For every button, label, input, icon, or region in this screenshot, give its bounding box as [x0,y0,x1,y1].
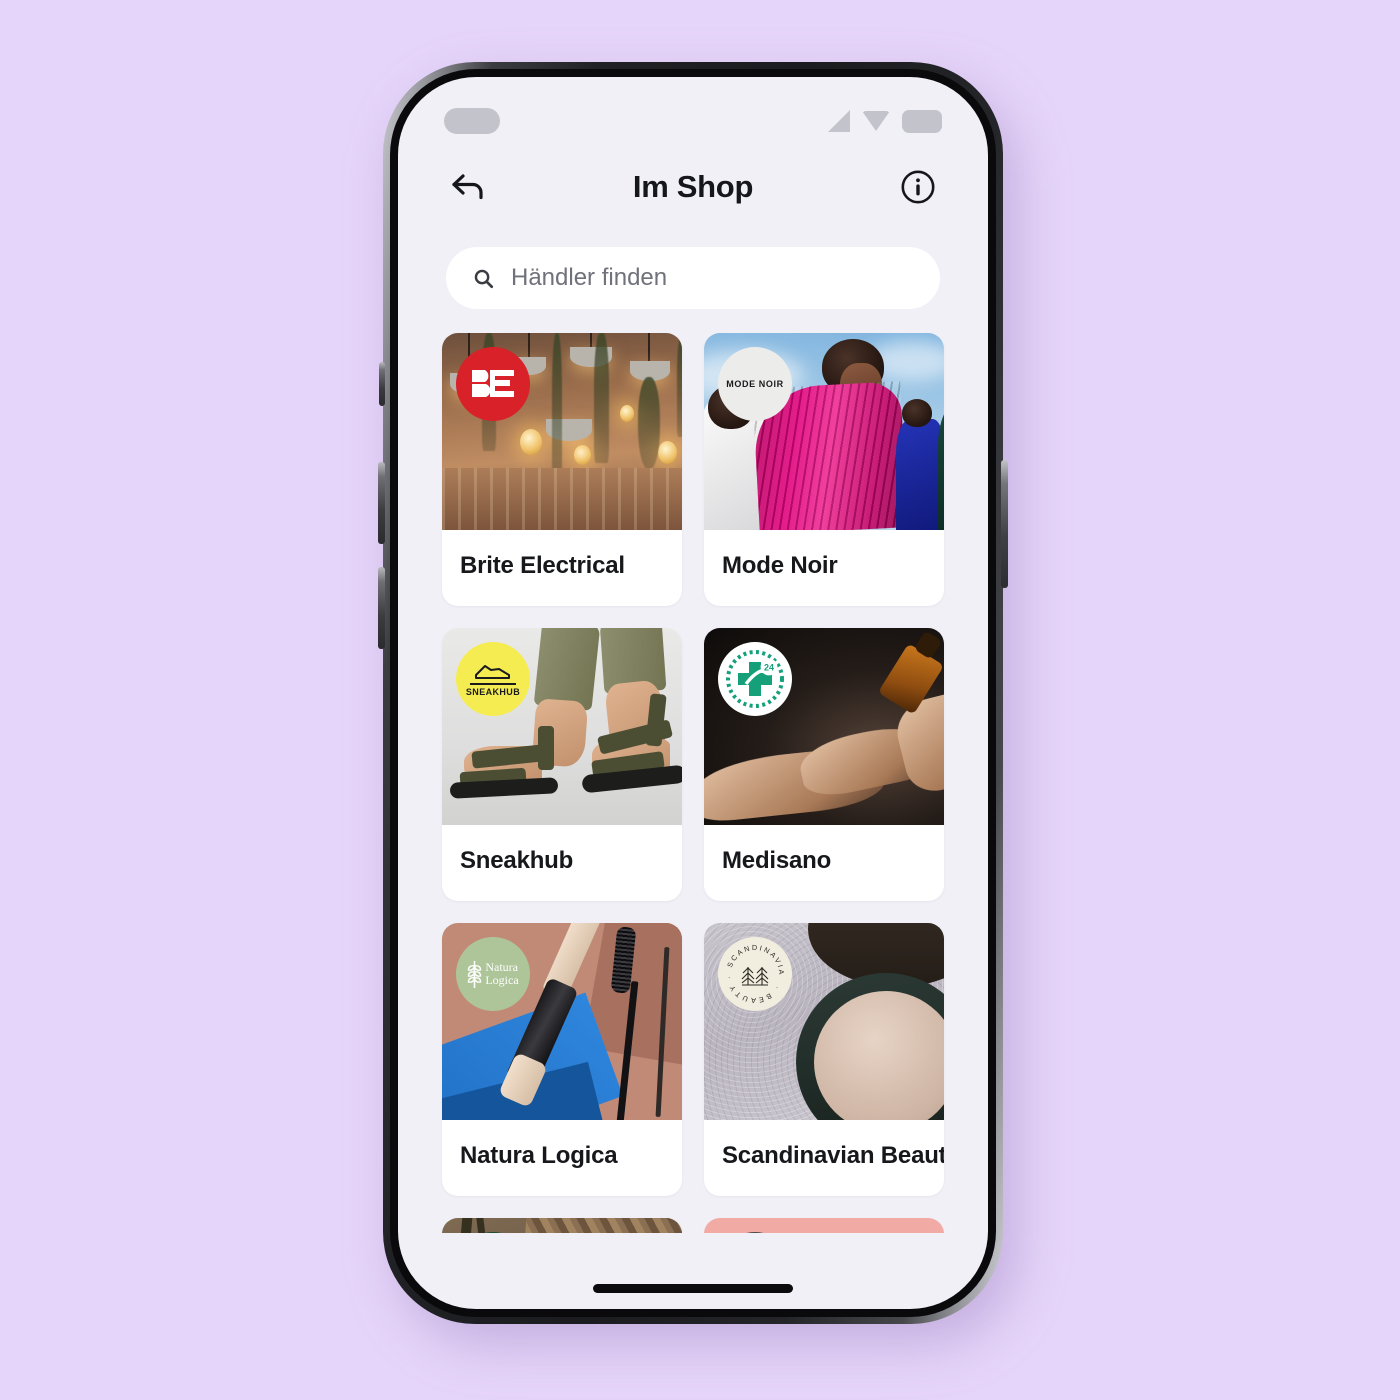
merchant-image [442,1218,682,1233]
wheat-icon [468,961,482,988]
merchant-image [442,333,682,530]
scandinavian-beauty-seal: SCANDINAVIAN · BEAUTY · [718,937,784,1005]
merchant-image: 24 [704,628,944,825]
medisano-logo: 24 [718,642,792,716]
merchant-card-medisano[interactable]: 24 Medisano [704,628,944,901]
navigation-bar: Im Shop [398,139,988,235]
merchant-card-scandinavian-beauty[interactable]: SCANDINAVIAN · BEAUTY · [704,923,944,1196]
volume-up-button[interactable] [378,462,385,544]
status-bar [398,77,988,139]
info-button[interactable] [896,165,940,209]
sneakhub-logo-rule [470,682,516,685]
home-indicator[interactable] [593,1284,793,1293]
phone-bezel: Im Shop Händler finden Brite Electrical … [390,69,996,1317]
search-input[interactable]: Händler finden [446,247,940,309]
pharmacy-cross-icon: 24 [726,650,784,708]
phone-mockup: Im Shop Händler finden Brite Electrical … [378,62,1017,1344]
phone-frame: Im Shop Händler finden Brite Electrical … [378,62,1008,1324]
natura-logica-logo: Natura Logica [456,937,530,1011]
merchant-card-mode-noir[interactable]: MODE NOIR Mode Noir [704,333,944,606]
merchant-image: MODE NOIR [704,333,944,530]
search-icon [474,269,494,288]
back-arrow-icon [452,174,483,200]
volume-down-button[interactable] [378,567,385,649]
sneaker-icon [475,664,510,679]
merchant-card-natura-logica[interactable]: Natura Logica Natura Logica [442,923,682,1196]
merchant-name: Medisano [722,847,832,874]
gemini-appliances-photo [704,1218,944,1233]
back-button[interactable] [446,165,490,209]
merchant-image: GEMINI APPLIANCES [704,1218,944,1233]
merchant-grid: Brite Electrical MODE NOIR Mode Noir SNE… [442,333,944,1233]
mode-noir-logo: MODE NOIR [718,347,792,421]
merchant-name: Sneakhub [460,847,574,874]
search-placeholder: Händler finden [511,264,668,291]
merchant-list-scroll[interactable]: Brite Electrical MODE NOIR Mode Noir SNE… [398,333,988,1233]
scandinavian-beauty-logo: SCANDINAVIAN · BEAUTY · [718,937,792,1011]
dynamic-island [444,108,500,134]
sneakhub-logo-text: SNEAKHUB [465,686,521,697]
merchant-card-brite-electrical[interactable]: Brite Electrical [442,333,682,606]
mode-noir-logo-text: MODE NOIR [726,379,784,389]
merchant-image: SCANDINAVIAN · BEAUTY · [704,923,944,1120]
info-circle-icon [901,170,935,204]
sneakhub-logo: SNEAKHUB [456,642,530,716]
brite-electrical-monogram [472,370,514,397]
status-icons [828,109,942,133]
merchant-image: Natura Logica [442,923,682,1120]
outdoor-photo [442,1218,682,1233]
power-button[interactable] [1001,460,1008,588]
merchant-image: SNEAKHUB [442,628,682,825]
merchant-name: Natura Logica [460,1142,618,1169]
wifi-icon [862,111,890,131]
merchant-card-gemini-appliances[interactable]: GEMINI APPLIANCES [704,1218,944,1233]
merchant-name: Brite Electrical [460,552,625,579]
silence-switch[interactable] [379,362,385,406]
merchant-card-sneakhub[interactable]: SNEAKHUB Sneakhub [442,628,682,901]
page-title: Im Shop [632,169,754,204]
natura-logica-logo-text: Natura Logica [485,960,519,987]
merchant-name: Scandinavian Beauty [722,1142,944,1169]
merchant-card-outdoor[interactable] [442,1218,682,1233]
brite-electrical-logo [456,347,530,421]
merchant-name: Mode Noir [722,552,838,579]
phone-screen: Im Shop Händler finden Brite Electrical … [398,77,988,1309]
battery-icon [902,109,942,133]
medisano-hours-badge: 24 [764,663,774,673]
search-section: Händler finden [398,235,988,333]
signal-icon [828,110,850,132]
